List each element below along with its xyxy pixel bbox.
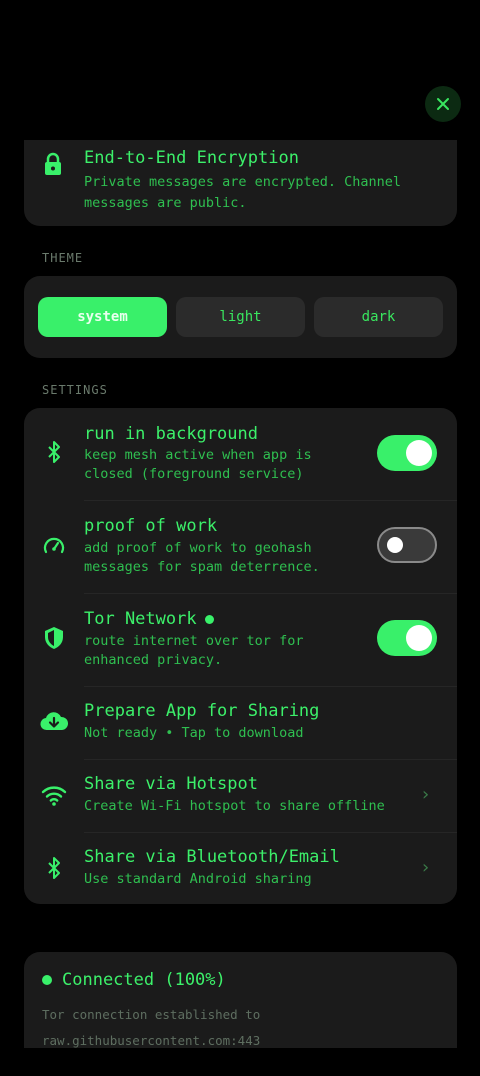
setting-prepare-sharing[interactable]: Prepare App for Sharing Not ready • Tap … xyxy=(24,687,457,759)
chevron-right-icon: › xyxy=(420,857,431,878)
toggle-knob xyxy=(387,537,403,553)
run-in-background-toggle[interactable] xyxy=(377,435,437,471)
proof-of-work-title: proof of work xyxy=(84,516,218,536)
encryption-title: End-to-End Encryption xyxy=(84,148,299,168)
speedometer-icon xyxy=(42,534,66,558)
share-bluetooth-title: Share via Bluetooth/Email xyxy=(84,847,340,867)
proof-of-work-subtitle-2: messages for spam deterrence. xyxy=(84,559,320,575)
tor-status-card: Connected (100%) Tor connection establis… xyxy=(24,952,457,1048)
toggle-knob xyxy=(406,440,432,466)
tor-network-toggle[interactable] xyxy=(377,620,437,656)
tor-status-line-2: raw.githubusercontent.com:443 xyxy=(42,1033,261,1048)
theme-section-label: THEME xyxy=(42,251,84,265)
close-icon xyxy=(437,98,449,110)
cloud-download-icon xyxy=(40,709,68,733)
tor-status-title-row: Connected (100%) xyxy=(42,970,226,990)
theme-dark-button[interactable]: dark xyxy=(314,297,443,337)
share-hotspot-title: Share via Hotspot xyxy=(84,774,258,794)
theme-light-button[interactable]: light xyxy=(176,297,305,337)
tor-status-dot xyxy=(204,614,214,624)
setting-proof-of-work[interactable]: proof of work add proof of work to geoha… xyxy=(24,501,457,593)
shield-icon xyxy=(42,626,66,650)
bluetooth-icon xyxy=(42,856,66,880)
proof-of-work-toggle[interactable] xyxy=(377,527,437,563)
run-in-background-subtitle-2: closed (foreground service) xyxy=(84,466,304,482)
tor-network-title: Tor Network xyxy=(84,609,197,629)
tor-network-subtitle-2: enhanced privacy. xyxy=(84,652,223,668)
setting-share-hotspot[interactable]: Share via Hotspot Create Wi-Fi hotspot t… xyxy=(24,760,457,832)
run-in-background-title: run in background xyxy=(84,424,258,444)
settings-section-label: SETTINGS xyxy=(42,383,108,397)
setting-share-bluetooth[interactable]: Share via Bluetooth/Email Use standard A… xyxy=(24,833,457,904)
share-hotspot-subtitle: Create Wi-Fi hotspot to share offline xyxy=(84,798,385,814)
tor-status-details: Tor connection established to raw.github… xyxy=(42,1002,260,1054)
toggle-knob xyxy=(406,625,432,651)
run-in-background-subtitle-1: keep mesh active when app is xyxy=(84,447,312,463)
encryption-card: End-to-End Encryption Private messages a… xyxy=(24,140,457,226)
share-bluetooth-subtitle: Use standard Android sharing xyxy=(84,871,312,887)
setting-run-in-background[interactable]: run in background keep mesh active when … xyxy=(24,408,457,500)
theme-system-button[interactable]: system xyxy=(38,297,167,337)
setting-tor-network[interactable]: Tor Network route internet over tor for … xyxy=(24,594,457,686)
settings-card: run in background keep mesh active when … xyxy=(24,408,457,904)
prepare-sharing-subtitle: Not ready • Tap to download xyxy=(84,725,304,741)
tor-network-subtitle-1: route internet over tor for xyxy=(84,633,304,649)
close-button[interactable] xyxy=(425,86,461,122)
theme-card: system light dark xyxy=(24,276,457,358)
chevron-right-icon: › xyxy=(420,784,431,805)
tor-status-title: Connected (100%) xyxy=(62,970,226,990)
tor-network-title-row: Tor Network xyxy=(84,609,214,629)
prepare-sharing-title: Prepare App for Sharing xyxy=(84,701,320,721)
connected-dot xyxy=(42,975,52,985)
tor-status-line-1: Tor connection established to xyxy=(42,1007,261,1022)
encryption-subtitle: Private messages are encrypted. Channel … xyxy=(84,174,401,211)
wifi-icon xyxy=(41,783,67,807)
lock-icon xyxy=(42,152,64,180)
bluetooth-icon xyxy=(42,440,66,464)
proof-of-work-subtitle-1: add proof of work to geohash xyxy=(84,540,312,556)
